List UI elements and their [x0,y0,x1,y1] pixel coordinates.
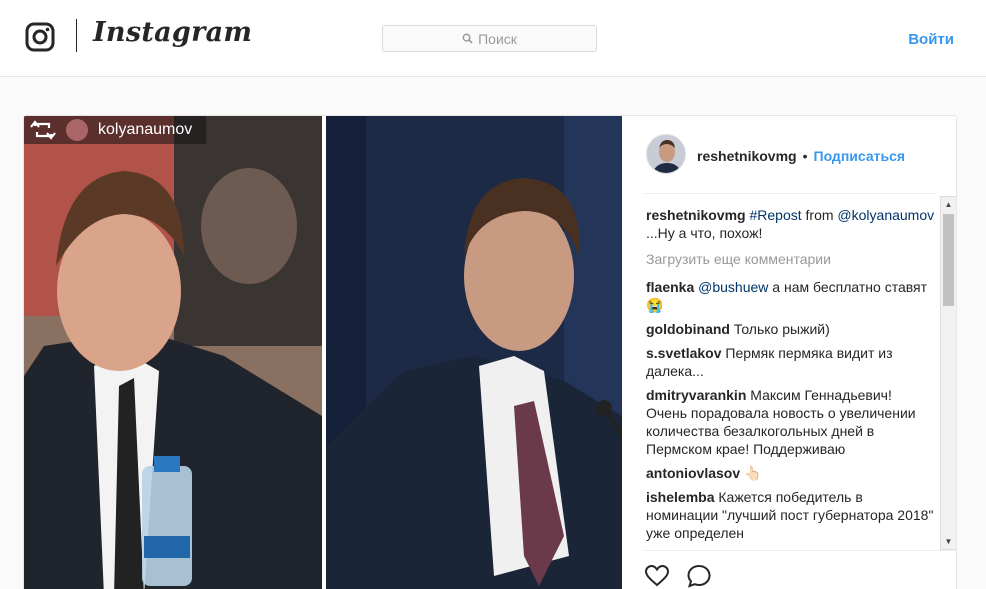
top-nav: Instagram Поиск Войти [0,0,986,77]
caption: reshetnikovmg #Repost from @kolyanaumov … [646,206,936,242]
caption-text: ...Ну а что, похож! [646,225,763,241]
post-header: reshetnikovmg • Подписаться [622,116,956,194]
author-username[interactable]: reshetnikovmg [697,148,797,164]
comments-scrollbar[interactable]: ▲ ▼ [940,196,956,550]
separator-dot: • [802,148,808,164]
author-avatar[interactable] [646,134,686,174]
follow-button[interactable]: Подписаться [814,148,906,164]
instagram-camera-icon[interactable] [25,22,55,52]
post-card: kolyanaumov reshetnikovmg • Подписаться [23,115,957,589]
comment-username[interactable]: s.svetlakov [646,345,722,361]
repost-icon [30,120,56,140]
comment-item: antoniovlasov 👆🏻 [646,464,936,482]
post-sidebar: reshetnikovmg • Подписаться reshetnikovm… [622,116,956,589]
header-divider [644,193,936,194]
search-input[interactable]: Поиск [382,25,597,52]
scrollbar-thumb[interactable] [943,214,954,306]
caption-from: from [801,207,838,223]
comment-username[interactable]: flaenka [646,279,694,295]
load-more-comments-button[interactable]: Загрузить еще комментарии [646,250,936,268]
comment-username[interactable]: antoniovlasov [646,465,740,481]
search-placeholder: Поиск [478,30,517,47]
comment-item: dmitryvarankin Максим Геннадьевич! Очень… [646,386,936,458]
post-photo[interactable]: kolyanaumov [24,116,622,589]
scroll-down-arrow-icon[interactable]: ▼ [941,534,956,549]
search-icon [462,33,473,44]
post-actions [644,550,956,589]
repost-username[interactable]: kolyanaumov [98,121,192,139]
caption-mention[interactable]: @kolyanaumov [837,207,934,223]
comment-username[interactable]: goldobinand [646,321,730,337]
instagram-wordmark[interactable]: Instagram [93,17,252,48]
comment-item: goldobinand Только рыжий) [646,320,936,338]
caption-username[interactable]: reshetnikovmg [646,207,746,223]
login-button[interactable]: Войти [908,31,954,48]
repost-attribution[interactable]: kolyanaumov [24,116,207,144]
comment-username[interactable]: ishelemba [646,489,714,505]
collage-image [24,116,622,589]
comment-item: s.svetlakov Пермяк пермяка видит из дале… [646,344,936,380]
repost-avatar [66,119,88,141]
scroll-up-arrow-icon[interactable]: ▲ [941,197,956,212]
comment-item: flaenka @bushuew а нам бесплатно ставят … [646,278,936,314]
logo-divider [76,19,77,52]
comment-text: 👆🏻 [740,465,762,481]
comment-username[interactable]: dmitryvarankin [646,387,746,403]
comments-list[interactable]: reshetnikovmg #Repost from @kolyanaumov … [646,206,936,551]
comment-mention[interactable]: @bushuew [698,279,768,295]
comment-icon[interactable] [686,563,712,589]
heart-icon[interactable] [644,563,670,589]
caption-hashtag[interactable]: #Repost [749,207,801,223]
comment-text: Только рыжий) [729,321,830,337]
comment-item: ishelemba Кажется победитель в номинации… [646,488,936,542]
